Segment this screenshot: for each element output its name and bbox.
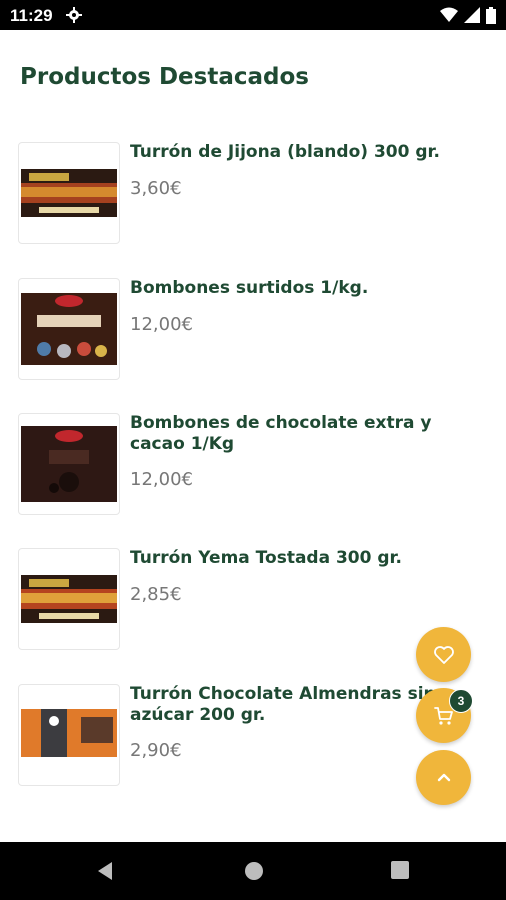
product-price: 2,90€ xyxy=(130,740,182,761)
product-image[interactable] xyxy=(18,278,120,380)
recents-icon[interactable] xyxy=(391,861,409,879)
product-image[interactable] xyxy=(18,142,120,244)
chocolate-noir-bag-image xyxy=(21,426,117,502)
product-name[interactable]: Turrón de Jijona (blando) 300 gr. xyxy=(130,142,490,163)
favorites-button[interactable] xyxy=(416,627,471,682)
turron-yema-package-image xyxy=(21,575,117,623)
system-nav-bar xyxy=(0,842,506,900)
scroll-top-button[interactable] xyxy=(416,750,471,805)
chevron-up-icon xyxy=(437,773,450,781)
cart-count-badge: 3 xyxy=(449,689,473,713)
product-image[interactable] xyxy=(18,548,120,650)
bombones-bag-image xyxy=(21,293,117,365)
product-name[interactable]: Bombones de chocolate extra y cacao 1/Kg xyxy=(130,413,490,455)
product-item[interactable]: Bombones surtidos 1/kg. 12,00€ xyxy=(0,278,506,388)
product-item[interactable]: Bombones de chocolate extra y cacao 1/Kg… xyxy=(0,413,506,523)
product-name[interactable]: Bombones surtidos 1/kg. xyxy=(130,278,490,299)
heart-icon xyxy=(433,645,454,664)
signal-icon xyxy=(464,7,480,23)
battery-icon xyxy=(486,6,496,24)
status-bar: 11:29 xyxy=(0,0,506,30)
back-icon[interactable] xyxy=(96,861,114,881)
product-item[interactable]: Turrón de Jijona (blando) 300 gr. 3,60€ xyxy=(0,142,506,252)
status-indicators xyxy=(440,6,496,24)
product-price: 12,00€ xyxy=(130,469,193,490)
turron-chocolate-package-image xyxy=(21,709,117,757)
product-name[interactable]: Turrón Yema Tostada 300 gr. xyxy=(130,548,490,569)
product-price: 3,60€ xyxy=(130,178,182,199)
home-icon[interactable] xyxy=(244,861,264,881)
product-price: 2,85€ xyxy=(130,584,182,605)
product-price: 12,00€ xyxy=(130,314,193,335)
product-image[interactable] xyxy=(18,684,120,786)
wifi-icon xyxy=(440,7,458,22)
turron-package-image xyxy=(21,169,117,217)
status-time: 11:29 xyxy=(10,6,53,25)
page-title: Productos Destacados xyxy=(20,64,309,90)
product-image[interactable] xyxy=(18,413,120,515)
gear-icon xyxy=(66,7,82,23)
